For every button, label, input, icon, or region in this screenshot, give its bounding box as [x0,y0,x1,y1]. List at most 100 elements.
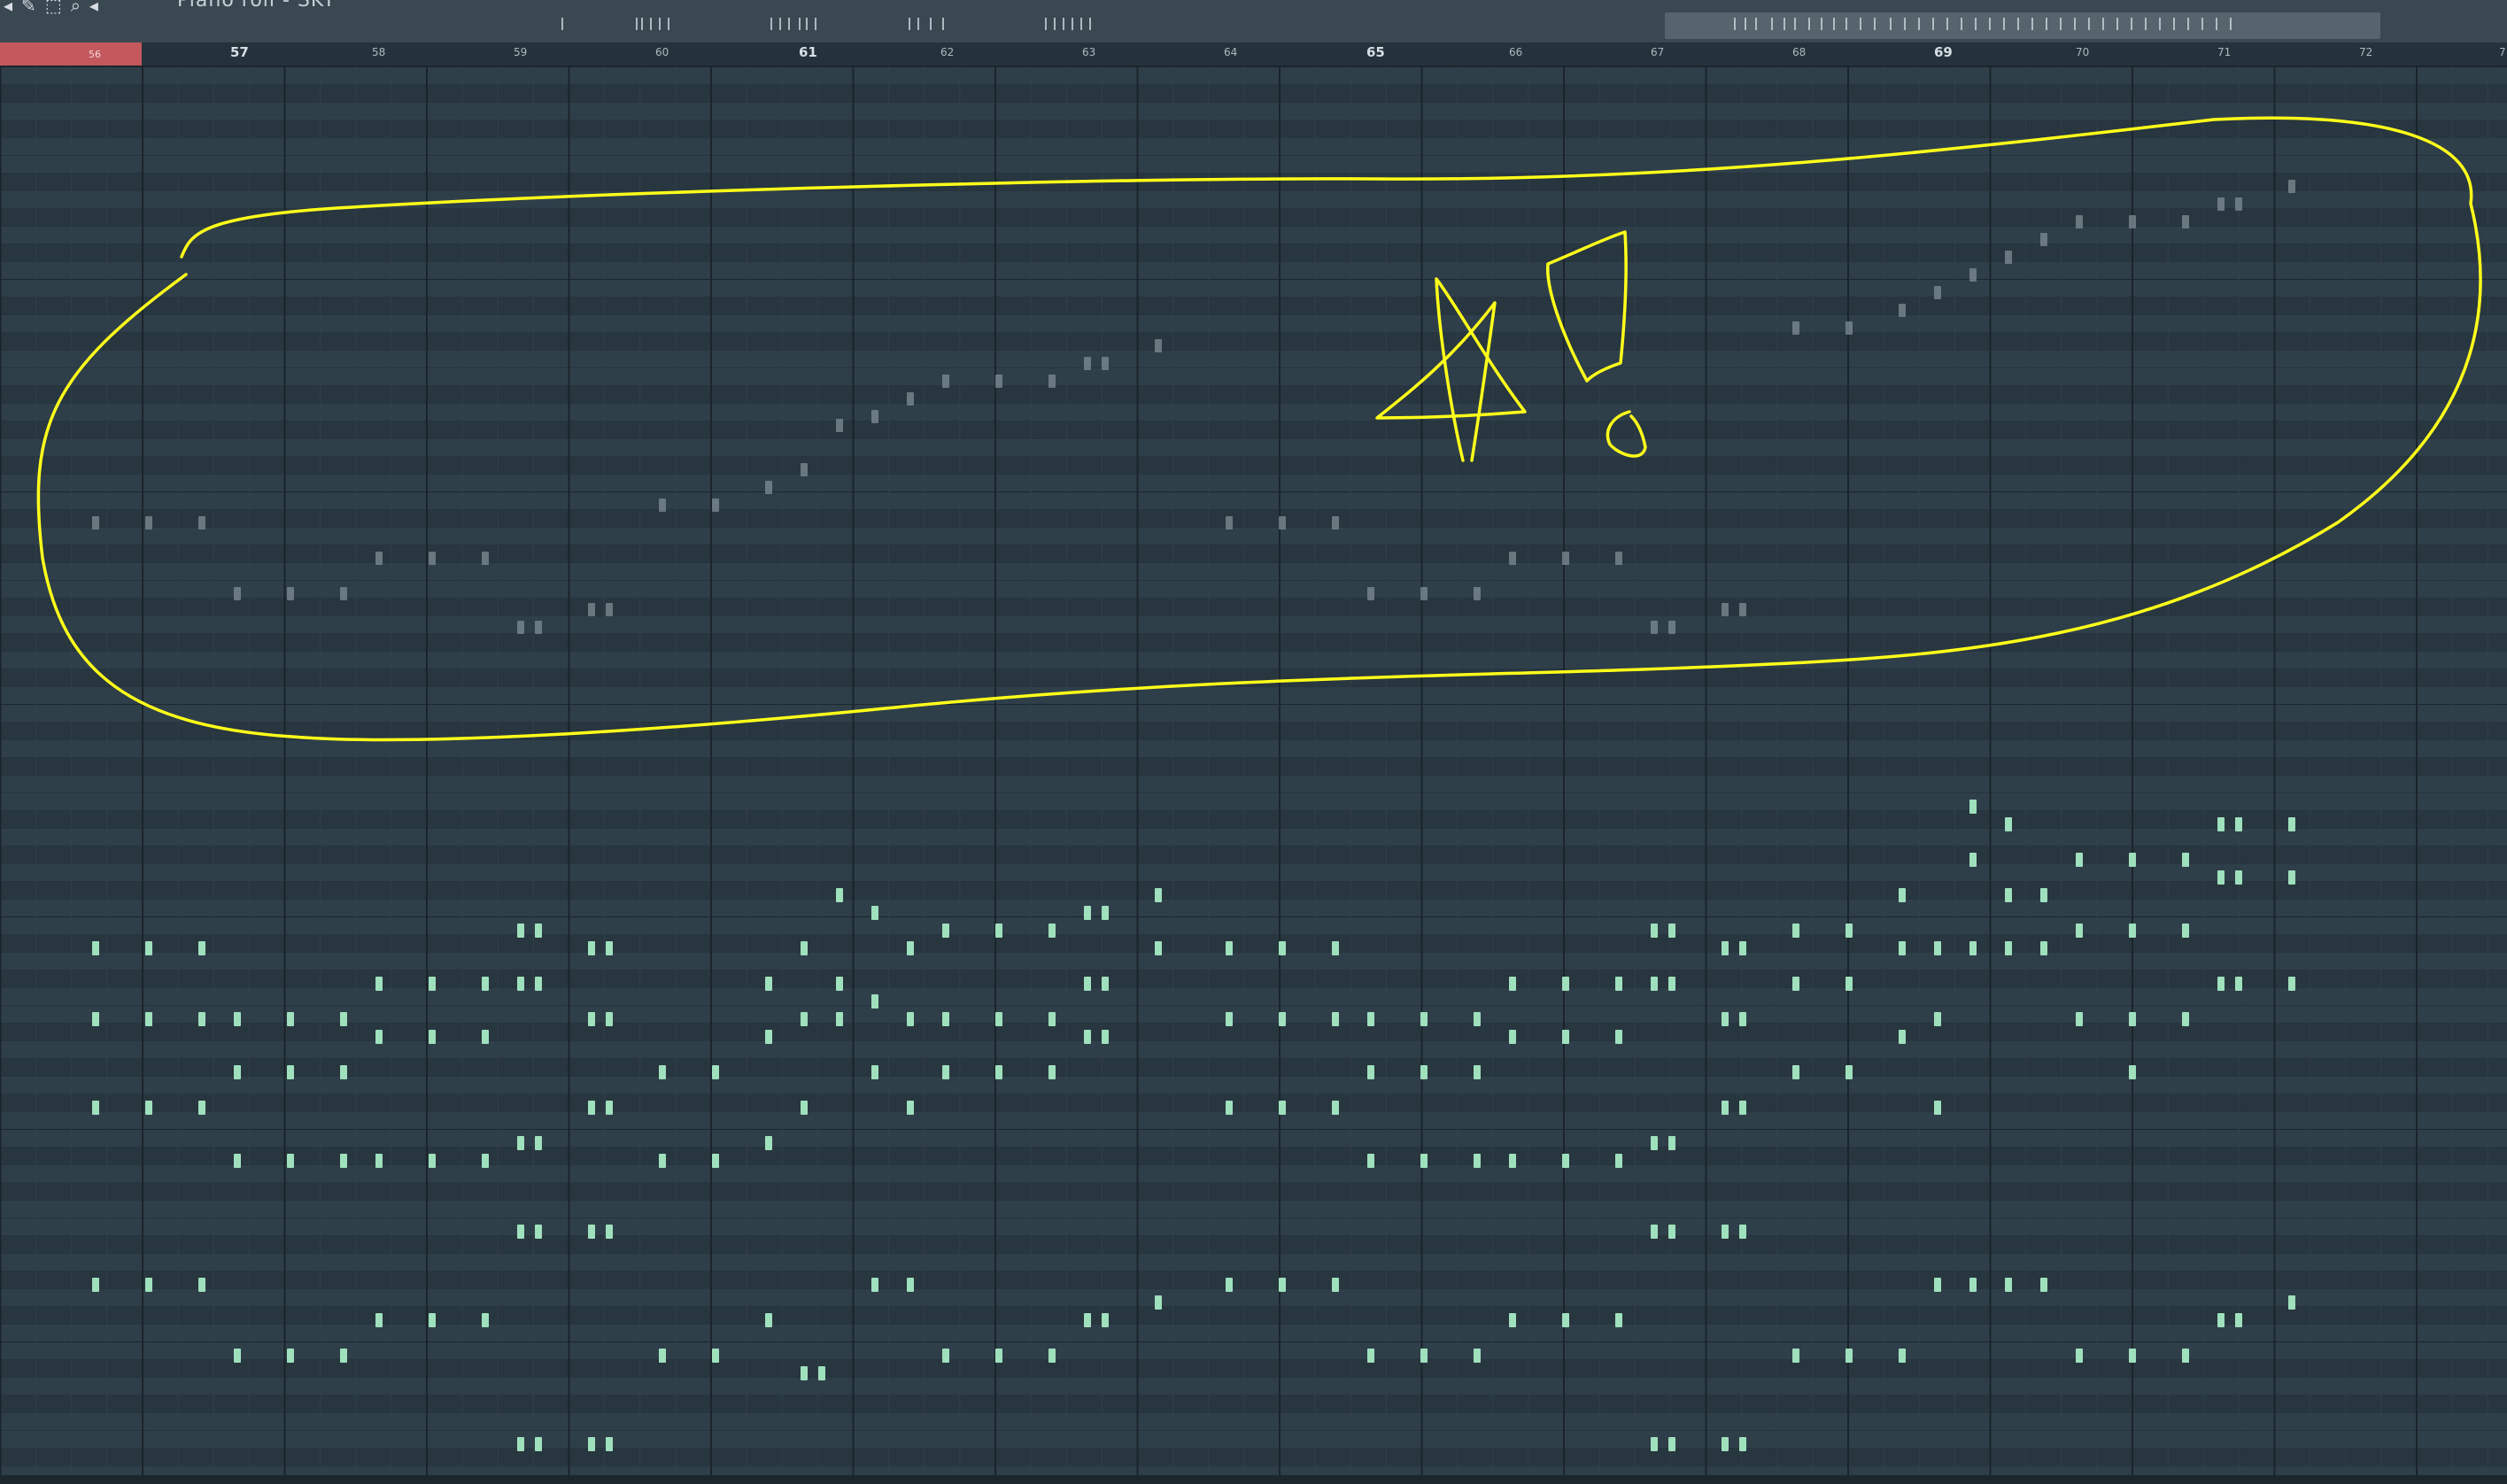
note[interactable] [2129,1349,2136,1363]
note[interactable] [1739,941,1746,955]
note[interactable] [92,1012,99,1026]
note[interactable] [606,1012,613,1026]
note[interactable] [2288,977,2295,991]
note[interactable] [995,1012,1002,1026]
note[interactable] [2040,888,2047,902]
note[interactable] [2040,1278,2047,1292]
note[interactable] [765,977,772,991]
note[interactable] [765,1030,772,1044]
overview-scrollbar[interactable] [1665,12,2380,39]
note[interactable] [1562,1154,1569,1168]
note[interactable] [1722,1012,1729,1026]
note[interactable] [1969,1278,1977,1292]
note[interactable] [2235,1313,2242,1327]
note[interactable] [907,1101,914,1115]
note[interactable] [1474,1154,1481,1168]
note[interactable] [1048,1065,1056,1079]
note[interactable] [1279,1278,1286,1292]
note[interactable] [2182,1349,2189,1363]
note[interactable] [942,1065,949,1079]
note[interactable] [2217,1313,2225,1327]
note[interactable] [588,1225,595,1239]
note[interactable] [2076,1012,2083,1026]
note[interactable] [588,1012,595,1026]
select-icon[interactable]: ⬚ [45,0,62,16]
note[interactable] [995,1065,1002,1079]
note[interactable] [1048,924,1056,938]
note[interactable] [2129,853,2136,867]
note[interactable] [1651,1136,1658,1150]
note[interactable] [1226,1012,1233,1026]
note[interactable] [1332,1101,1339,1115]
note[interactable] [234,1012,241,1026]
note[interactable] [1562,977,1569,991]
note[interactable] [588,1437,595,1451]
arrow-icon[interactable]: ◂ [4,0,12,16]
note[interactable] [1367,1065,1374,1079]
speaker-icon[interactable]: ◂ [89,0,98,16]
note[interactable] [1651,977,1658,991]
note[interactable] [1615,977,1622,991]
note[interactable] [375,1154,383,1168]
note[interactable] [535,924,542,938]
note[interactable] [2217,870,2225,885]
note[interactable] [287,1154,294,1168]
note[interactable] [1102,977,1109,991]
note[interactable] [92,1278,99,1292]
note[interactable] [1899,888,1906,902]
note[interactable] [234,1065,241,1079]
note[interactable] [2182,924,2189,938]
note[interactable] [1899,941,1906,955]
note[interactable] [1367,1349,1374,1363]
note[interactable] [1084,906,1091,920]
note[interactable] [482,977,489,991]
note[interactable] [1739,1225,1746,1239]
note[interactable] [1615,1154,1622,1168]
note[interactable] [1420,1349,1428,1363]
note[interactable] [1420,1065,1428,1079]
note[interactable] [517,1136,524,1150]
note[interactable] [429,1030,436,1044]
note[interactable] [712,1065,719,1079]
note[interactable] [588,941,595,955]
note[interactable] [92,941,99,955]
note[interactable] [2005,817,2012,831]
note[interactable] [517,924,524,938]
note[interactable] [2235,817,2242,831]
note[interactable] [1367,1012,1374,1026]
note[interactable] [482,1154,489,1168]
note[interactable] [145,941,152,955]
note[interactable] [1420,1154,1428,1168]
note[interactable] [1722,1225,1729,1239]
note[interactable] [340,1349,347,1363]
note[interactable] [429,1313,436,1327]
note[interactable] [1668,1136,1675,1150]
note[interactable] [429,977,436,991]
note[interactable] [606,941,613,955]
note[interactable] [2288,1295,2295,1310]
note[interactable] [2005,1278,2012,1292]
note[interactable] [606,1437,613,1451]
note[interactable] [1615,1030,1622,1044]
note[interactable] [2129,1065,2136,1079]
note[interactable] [535,1437,542,1451]
note[interactable] [340,1154,347,1168]
note[interactable] [1934,941,1941,955]
note[interactable] [1509,1313,1516,1327]
note[interactable] [198,1278,205,1292]
note[interactable] [871,906,878,920]
note[interactable] [1845,977,1853,991]
note[interactable] [1739,1012,1746,1026]
note[interactable] [1845,1349,1853,1363]
note[interactable] [2040,941,2047,955]
note[interactable] [145,1278,152,1292]
note[interactable] [1668,1437,1675,1451]
note[interactable] [1722,1437,1729,1451]
note[interactable] [517,1437,524,1451]
note[interactable] [1792,977,1799,991]
note[interactable] [765,1136,772,1150]
note[interactable] [340,1065,347,1079]
note[interactable] [1509,1030,1516,1044]
note[interactable] [1615,1313,1622,1327]
note[interactable] [1792,924,1799,938]
